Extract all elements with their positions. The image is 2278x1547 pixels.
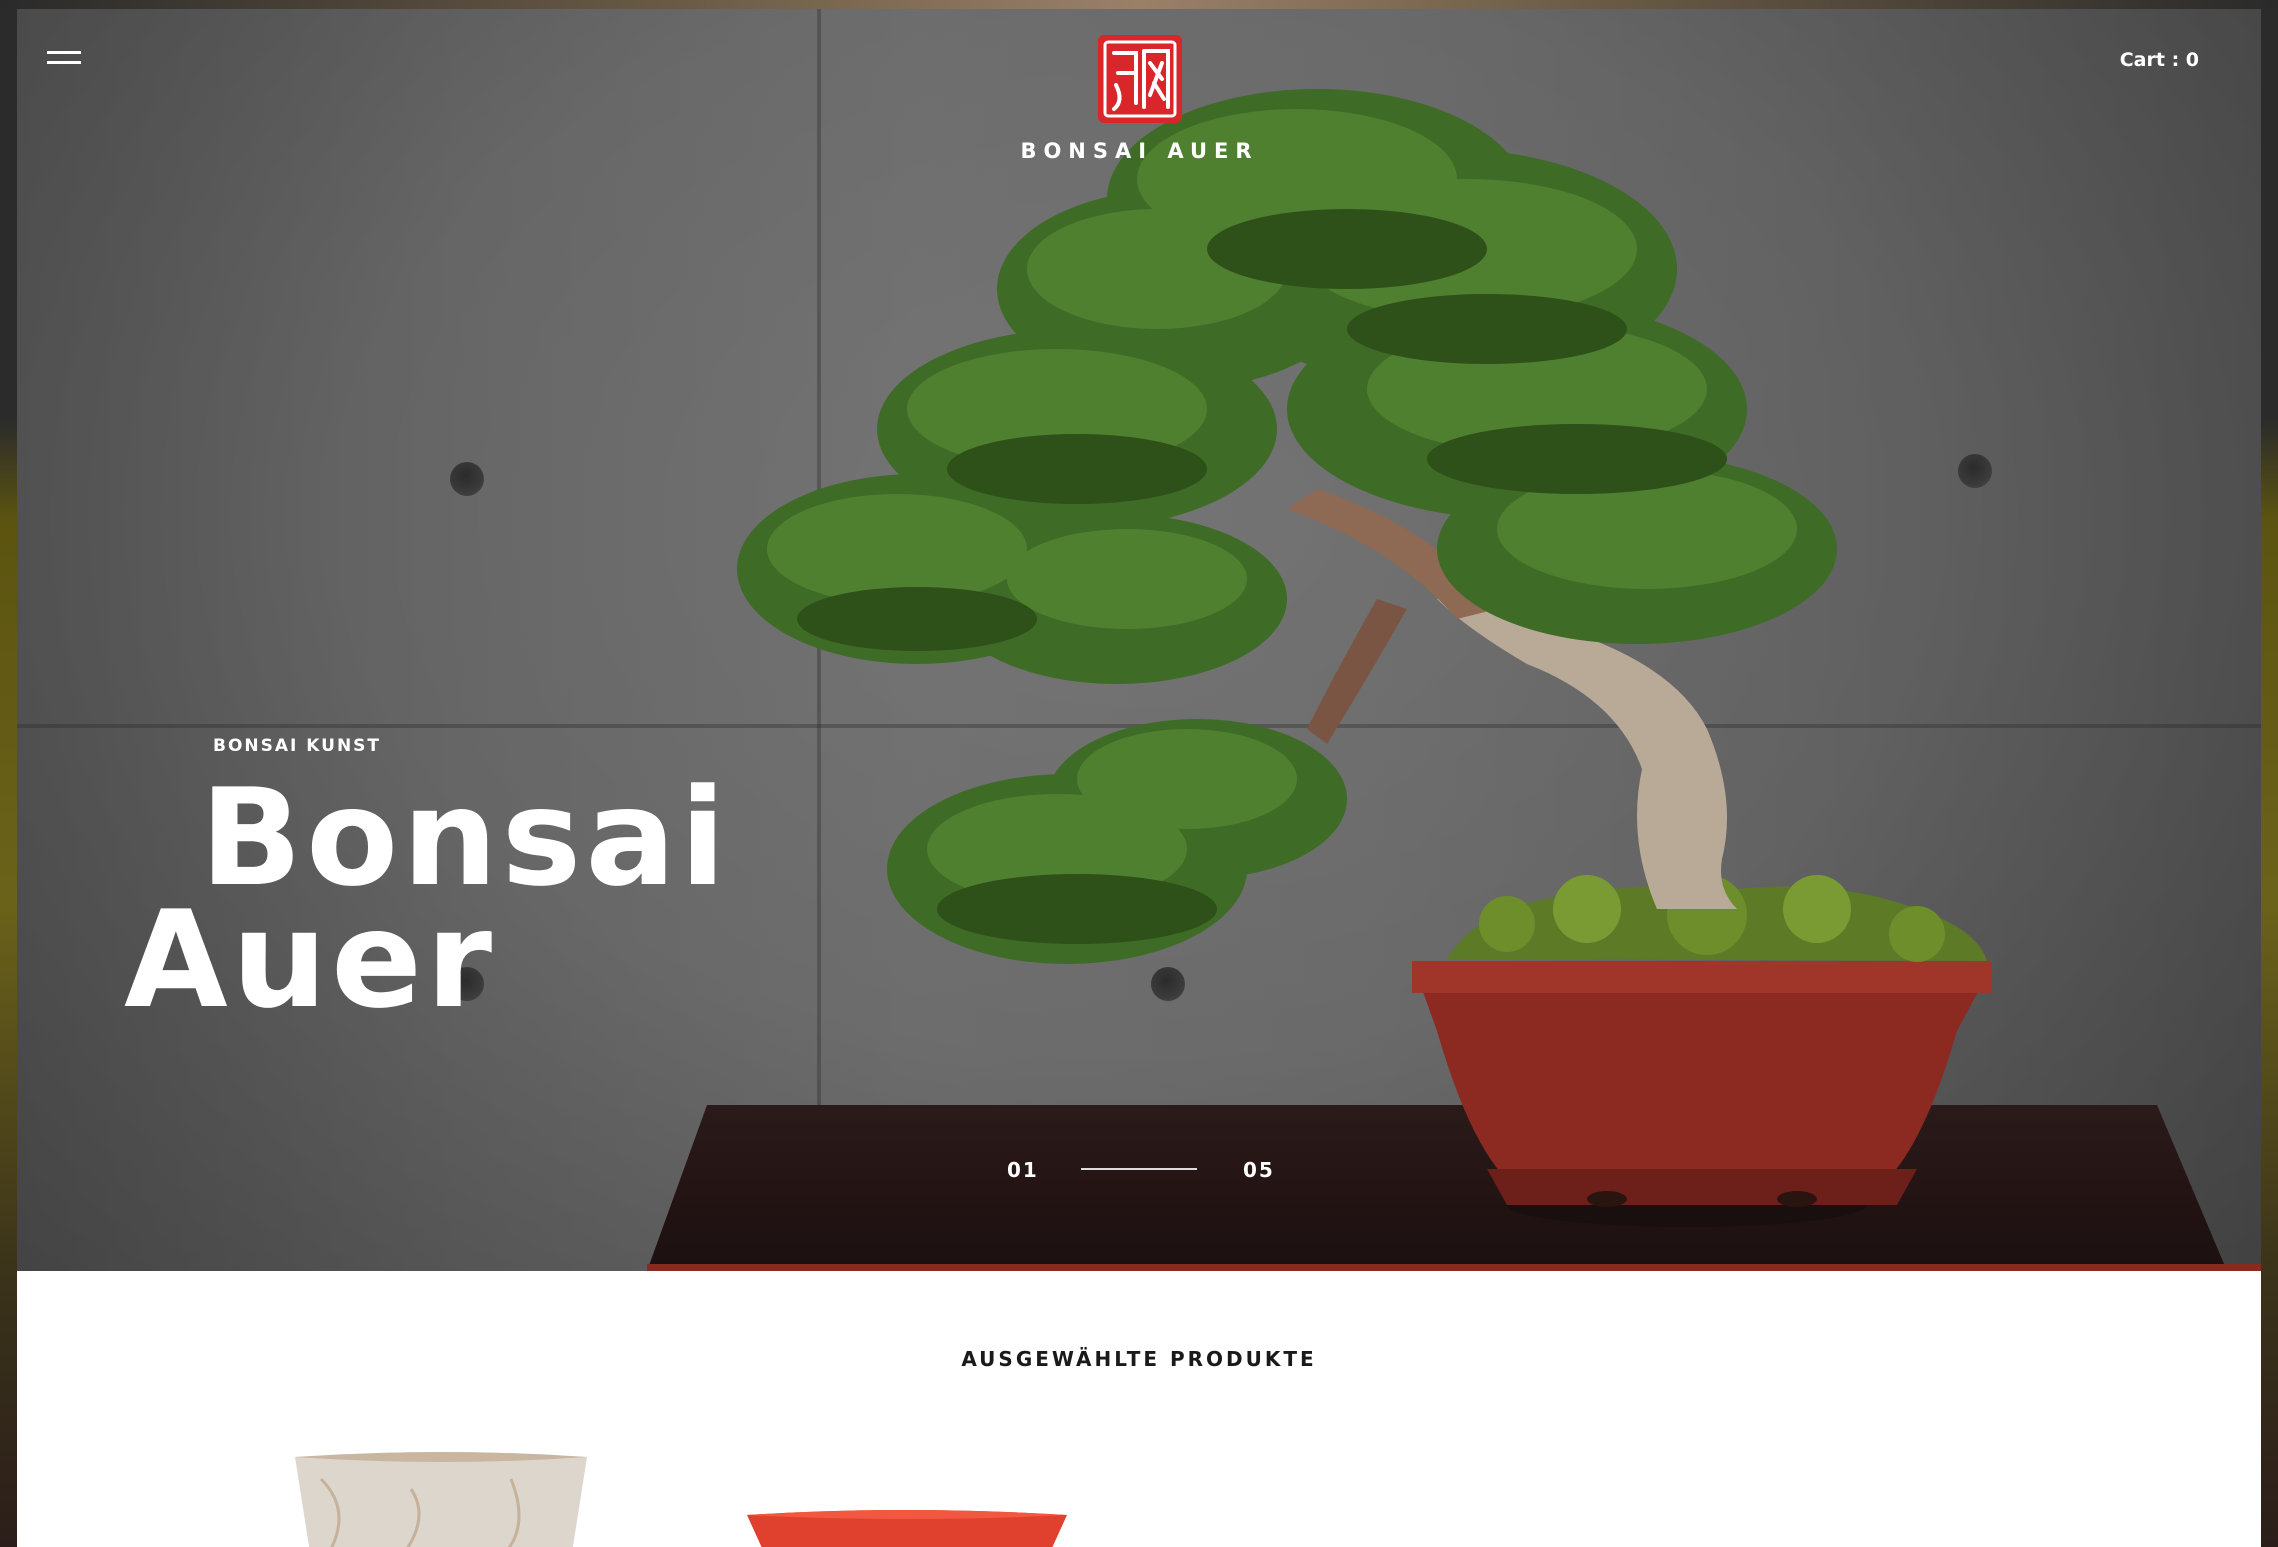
slide-total-number[interactable]: 05 <box>1243 1158 1275 1182</box>
bonsai-tree-image <box>737 89 1992 1227</box>
logo-wordmark[interactable]: BONSAI AUER <box>917 139 1362 163</box>
site-frame: BONSAI AUER Cart : 0 BONSAI KUNST Bonsai… <box>17 9 2261 1547</box>
bonsai-auer-seal-logo[interactable] <box>1096 33 1184 125</box>
slide-current-number[interactable]: 01 <box>1007 1158 1039 1182</box>
slide-progress-bar <box>1081 1168 1197 1170</box>
featured-products-heading: AUSGEWÄHLTE PRODUKTE <box>961 1347 1317 1371</box>
product-image-red-bowl[interactable] <box>747 1509 1067 1547</box>
hamburger-menu-icon[interactable] <box>47 45 83 71</box>
page-backdrop-top <box>0 0 2278 9</box>
hero-title-line2: Auer <box>124 882 497 1038</box>
cart-link[interactable]: Cart : 0 <box>2120 49 2199 71</box>
product-image-ceramic-cup[interactable] <box>291 1449 591 1547</box>
hero-eyebrow: BONSAI KUNST <box>213 736 382 756</box>
hero-slider: BONSAI AUER Cart : 0 BONSAI KUNST Bonsai… <box>17 9 2261 1271</box>
